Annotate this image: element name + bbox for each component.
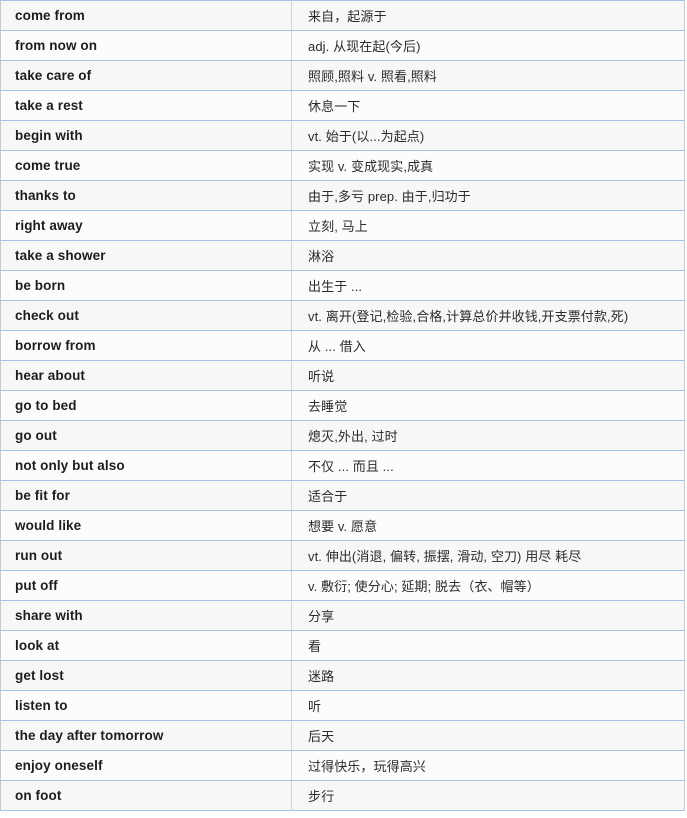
term-cell: be born — [0, 270, 292, 301]
table-row: would like 想要 v. 愿意 — [0, 510, 685, 541]
term-cell: take care of — [0, 60, 292, 91]
meaning-cell: vt. 伸出(消退, 偏转, 振摆, 滑动, 空刀) 用尽 耗尽 — [291, 540, 685, 571]
table-row: thanks to 由于,多亏 prep. 由于,归功于 — [0, 180, 685, 211]
term-cell: come true — [0, 150, 292, 181]
table-row: enjoy oneself 过得快乐，玩得高兴 — [0, 750, 685, 781]
term-cell: be fit for — [0, 480, 292, 511]
meaning-cell: 休息一下 — [291, 90, 685, 121]
meaning-cell: 适合于 — [291, 480, 685, 511]
meaning-cell: 由于,多亏 prep. 由于,归功于 — [291, 180, 685, 211]
term-cell: thanks to — [0, 180, 292, 211]
meaning-cell: 后天 — [291, 720, 685, 751]
meaning-cell: 听说 — [291, 360, 685, 391]
meaning-cell: adj. 从现在起(今后) — [291, 30, 685, 61]
table-row: check out vt. 离开(登记,检验,合格,计算总价并收钱,开支票付款,死… — [0, 300, 685, 331]
meaning-cell: v. 敷衍; 使分心; 延期; 脱去（衣、帽等） — [291, 570, 685, 601]
term-cell: listen to — [0, 690, 292, 721]
term-cell: the day after tomorrow — [0, 720, 292, 751]
table-row: on foot 步行 — [0, 780, 685, 811]
table-row: put off v. 敷衍; 使分心; 延期; 脱去（衣、帽等） — [0, 570, 685, 601]
table-row: hear about 听说 — [0, 360, 685, 391]
table-row: be fit for 适合于 — [0, 480, 685, 511]
table-row: come from 来自，起源于 — [0, 0, 685, 31]
table-row: take care of 照顾,照料 v. 照看,照料 — [0, 60, 685, 91]
meaning-cell: 听 — [291, 690, 685, 721]
meaning-cell: 立刻, 马上 — [291, 210, 685, 241]
term-cell: take a rest — [0, 90, 292, 121]
table-row: borrow from 从 ... 借入 — [0, 330, 685, 361]
term-cell: on foot — [0, 780, 292, 811]
meaning-cell: 来自，起源于 — [291, 0, 685, 31]
meaning-cell: vt. 始于(以...为起点) — [291, 120, 685, 151]
meaning-cell: 不仅 ... 而且 ... — [291, 450, 685, 481]
table-row: the day after tomorrow 后天 — [0, 720, 685, 751]
table-row: look at 看 — [0, 630, 685, 661]
table-row: listen to 听 — [0, 690, 685, 721]
meaning-cell: 步行 — [291, 780, 685, 811]
term-cell: begin with — [0, 120, 292, 151]
table-row: get lost 迷路 — [0, 660, 685, 691]
term-cell: go out — [0, 420, 292, 451]
term-cell: take a shower — [0, 240, 292, 271]
meaning-cell: 迷路 — [291, 660, 685, 691]
meaning-cell: 从 ... 借入 — [291, 330, 685, 361]
meaning-cell: 看 — [291, 630, 685, 661]
meaning-cell: 过得快乐，玩得高兴 — [291, 750, 685, 781]
table-row: share with 分享 — [0, 600, 685, 631]
term-cell: not only but also — [0, 450, 292, 481]
table-row: begin with vt. 始于(以...为起点) — [0, 120, 685, 151]
term-cell: borrow from — [0, 330, 292, 361]
term-cell: right away — [0, 210, 292, 241]
table-row: right away 立刻, 马上 — [0, 210, 685, 241]
table-row: come true 实现 v. 变成现实,成真 — [0, 150, 685, 181]
meaning-cell: 照顾,照料 v. 照看,照料 — [291, 60, 685, 91]
term-cell: from now on — [0, 30, 292, 61]
term-cell: check out — [0, 300, 292, 331]
term-cell: share with — [0, 600, 292, 631]
term-cell: look at — [0, 630, 292, 661]
table-row: take a rest 休息一下 — [0, 90, 685, 121]
table-row: go out 熄灭,外出, 过时 — [0, 420, 685, 451]
term-cell: enjoy oneself — [0, 750, 292, 781]
vocabulary-table-body: come from 来自，起源于 from now on adj. 从现在起(今后) t… — [0, 0, 685, 811]
table-row: not only but also 不仅 ... 而且 ... — [0, 450, 685, 481]
term-cell: would like — [0, 510, 292, 541]
table-row: go to bed 去睡觉 — [0, 390, 685, 421]
meaning-cell: 去睡觉 — [291, 390, 685, 421]
table-row: take a shower 淋浴 — [0, 240, 685, 271]
meaning-cell: 熄灭,外出, 过时 — [291, 420, 685, 451]
meaning-cell: 出生于 ... — [291, 270, 685, 301]
table-row: from now on adj. 从现在起(今后) — [0, 30, 685, 61]
term-cell: go to bed — [0, 390, 292, 421]
meaning-cell: 实现 v. 变成现实,成真 — [291, 150, 685, 181]
meaning-cell: 分享 — [291, 600, 685, 631]
term-cell: hear about — [0, 360, 292, 391]
meaning-cell: vt. 离开(登记,检验,合格,计算总价并收钱,开支票付款,死) — [291, 300, 685, 331]
meaning-cell: 淋浴 — [291, 240, 685, 271]
term-cell: put off — [0, 570, 292, 601]
table-row: be born 出生于 ... — [0, 270, 685, 301]
vocabulary-table: come from 来自，起源于 from now on adj. 从现在起(今后) t… — [0, 0, 685, 811]
table-row: run out vt. 伸出(消退, 偏转, 振摆, 滑动, 空刀) 用尽 耗尽 — [0, 540, 685, 571]
term-cell: get lost — [0, 660, 292, 691]
term-cell: come from — [0, 0, 292, 31]
term-cell: run out — [0, 540, 292, 571]
meaning-cell: 想要 v. 愿意 — [291, 510, 685, 541]
